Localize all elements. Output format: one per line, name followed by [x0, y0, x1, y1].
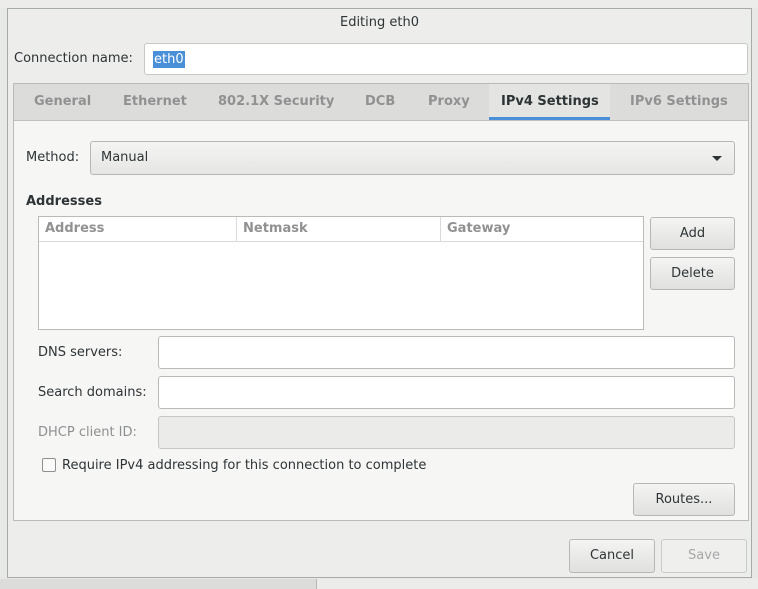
edit-connection-dialog: Editing eth0 Connection name: eth0 Gener… [7, 8, 752, 578]
dns-servers-input[interactable] [158, 336, 735, 369]
tab-ipv4-settings[interactable]: IPv4 Settings [489, 84, 610, 120]
cancel-button[interactable]: Cancel [569, 539, 655, 573]
connection-name-value: eth0 [153, 51, 185, 68]
tab-8021x-security[interactable]: 802.1X Security [206, 84, 346, 120]
addresses-heading: Addresses [26, 194, 102, 209]
tab-proxy[interactable]: Proxy [416, 84, 482, 120]
require-ipv4-label[interactable]: Require IPv4 addressing for this connect… [62, 458, 426, 473]
background-window-top [0, 0, 758, 8]
addresses-table-header: Address Netmask Gateway [39, 217, 643, 242]
connection-name-label: Connection name: [14, 51, 133, 66]
method-dropdown[interactable]: Manual [90, 141, 735, 175]
search-domains-label: Search domains: [38, 385, 147, 400]
column-netmask[interactable]: Netmask [236, 217, 440, 241]
tab-dcb[interactable]: DCB [353, 84, 407, 120]
routes-button[interactable]: Routes... [633, 483, 735, 516]
dhcp-client-id-input [158, 416, 735, 449]
dns-servers-label: DNS servers: [38, 345, 123, 360]
chevron-down-icon [712, 156, 722, 161]
search-domains-input[interactable] [158, 376, 735, 409]
column-address[interactable]: Address [39, 217, 236, 241]
connection-name-input[interactable]: eth0 [144, 43, 748, 75]
require-ipv4-checkbox[interactable] [42, 458, 56, 472]
tab-ipv6-settings[interactable]: IPv6 Settings [618, 84, 740, 120]
tab-ethernet[interactable]: Ethernet [111, 84, 199, 120]
background-window-right [317, 579, 758, 589]
method-label: Method: [26, 150, 80, 165]
settings-notebook: General Ethernet 802.1X Security DCB Pro… [13, 83, 749, 521]
column-gateway[interactable]: Gateway [440, 217, 643, 241]
add-address-button[interactable]: Add [650, 217, 735, 250]
addresses-table[interactable]: Address Netmask Gateway [38, 216, 644, 330]
tab-general[interactable]: General [22, 84, 103, 120]
background-window-left [0, 579, 317, 589]
method-value: Manual [101, 150, 149, 165]
tab-bar: General Ethernet 802.1X Security DCB Pro… [14, 84, 748, 121]
dhcp-client-id-label: DHCP client ID: [38, 425, 137, 440]
save-button: Save [661, 539, 747, 573]
window-title: Editing eth0 [339, 15, 419, 30]
delete-address-button[interactable]: Delete [650, 257, 735, 290]
